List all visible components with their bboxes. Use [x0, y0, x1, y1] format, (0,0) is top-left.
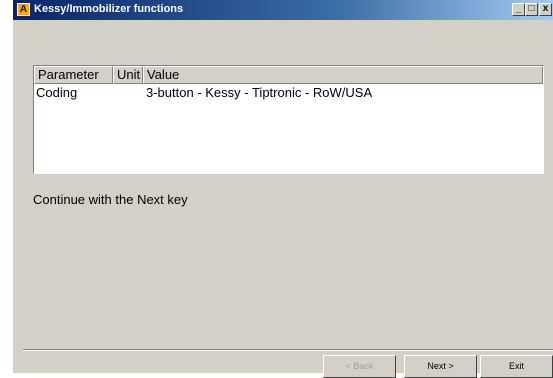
cell-value: 3-button - Kessy - Tiptronic - RoW/USA — [146, 85, 373, 100]
minimize-button[interactable]: _ — [512, 3, 525, 16]
parameter-list[interactable]: Parameter Unit Value Coding 3-button - K… — [33, 65, 544, 174]
column-header-unit[interactable]: Unit — [113, 66, 143, 84]
column-header-value[interactable]: Value — [143, 66, 543, 84]
instruction-text: Continue with the Next key — [33, 192, 188, 207]
button-separator — [23, 349, 553, 351]
cell-parameter: Coding — [36, 85, 78, 100]
app-icon: A — [17, 3, 30, 16]
maximize-button[interactable]: □ — [525, 3, 538, 16]
dialog-window: A Kessy/Immobilizer functions _ □ x Para… — [13, 0, 553, 378]
title-bar[interactable]: A Kessy/Immobilizer functions _ □ x — [13, 0, 553, 20]
close-button[interactable]: x — [539, 3, 552, 16]
next-button[interactable]: Next > — [404, 355, 477, 378]
exit-button[interactable]: Exit — [480, 355, 553, 378]
back-button[interactable]: < Back — [323, 355, 396, 378]
list-header: Parameter Unit Value — [34, 66, 543, 84]
window-title: Kessy/Immobilizer functions — [34, 3, 184, 15]
column-header-parameter[interactable]: Parameter — [34, 66, 113, 84]
dialog-client-area: Parameter Unit Value Coding 3-button - K… — [13, 20, 553, 378]
